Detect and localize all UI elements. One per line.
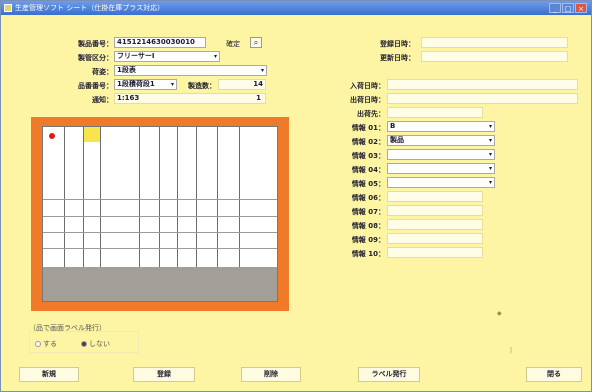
label-print-yes-label: する [43,340,57,348]
radio-selected-icon [81,341,87,347]
close-window-button[interactable]: × [575,3,587,13]
grid-line [43,232,277,233]
grid-line [217,127,218,268]
item-number-value: 1段積荷段1 [117,80,155,88]
packaging-label: 荷姿： [92,68,113,76]
updated-date-field[interactable] [421,51,568,62]
info-06-label: 情報 06： [351,194,385,202]
info-07-label: 情報 07： [351,208,385,216]
main-window: 生産管理ソフト シート（仕掛在庫プラス対応） _ □ × 製品番号： 41512… [0,0,592,392]
chevron-down-icon: ▾ [170,81,174,88]
grid-line [64,127,65,268]
product-number-field[interactable]: 4151214630030010 [114,37,206,48]
quantity-value: 14 [253,80,263,88]
label-print-no-label: しない [89,340,110,348]
notice-extra-value: 1 [256,94,261,102]
chevron-down-icon: ▾ [488,137,492,144]
shipment-dest-label: 出荷先： [357,110,385,118]
notice-label: 通知： [92,96,113,104]
label-issue-button[interactable]: ラベル発行 [358,367,420,382]
item-number-select[interactable]: 1段積荷段1 ▾ [114,79,177,90]
product-number-value: 4151214630030010 [117,38,195,46]
grid-line [83,127,84,268]
info-05-label: 情報 05： [351,180,385,188]
info-02-label: 情報 02： [351,138,385,146]
product-number-label: 製品番号： [78,40,113,48]
chevron-down-icon: ▾ [213,53,217,60]
selected-cell[interactable] [83,127,100,142]
quantity-field[interactable]: 14 [218,79,266,90]
grid-line [177,127,178,268]
grid-line [239,127,240,268]
management-type-select[interactable]: フリーサーⅠ ▾ [114,51,220,62]
info-09-label: 情報 09： [351,236,385,244]
item-number-label: 品番番号： [78,82,113,90]
grid-line [43,216,277,217]
search-button[interactable]: ⌕ [250,37,262,48]
arrival-date-label: 入荷日時： [350,82,385,90]
info-07-field[interactable] [387,205,483,216]
info-06-field[interactable] [387,191,483,202]
window-title: 生産管理ソフト シート（仕掛在庫プラス対応） [15,4,165,12]
info-03-select[interactable]: ▾ [387,149,495,160]
created-date-field[interactable] [421,37,568,48]
label-print-yes-radio[interactable]: する [35,339,57,349]
notice-field[interactable]: 1:163 1 [114,93,266,104]
new-button[interactable]: 新規 [19,367,79,382]
packaging-select[interactable]: 1段表 ▾ [114,65,267,76]
info-01-value: B [390,122,396,130]
titlebar: 生産管理ソフト シート（仕掛在庫プラス対応） _ □ × [1,1,591,15]
divider-mark: | [510,347,513,354]
info-09-field[interactable] [387,233,483,244]
info-10-field[interactable] [387,247,483,258]
shipment-date-label: 出荷日時： [350,96,385,104]
app-icon [4,4,12,12]
info-01-select[interactable]: B ▾ [387,121,495,132]
chevron-down-icon: ▾ [260,67,264,74]
scroll-mark-icon: ◆ [497,310,502,317]
position-marker [49,133,55,139]
updated-date-label: 更新日時： [380,54,415,62]
info-02-value: 製品 [390,136,404,144]
arrival-date-field[interactable] [387,79,578,90]
grid-line [139,127,140,268]
info-08-field[interactable] [387,219,483,230]
maximize-button[interactable]: □ [562,3,574,13]
info-10-label: 情報 10： [351,250,385,258]
grid-line [100,127,101,268]
chevron-down-icon: ▾ [488,179,492,186]
register-button[interactable]: 登録 [133,367,195,382]
management-type-label: 製管区分： [78,54,113,62]
chevron-down-icon: ▾ [488,151,492,158]
quantity-label: 製造数： [188,82,216,90]
confirm-text: 確定 [226,40,240,48]
shipment-date-field[interactable] [387,93,578,104]
shipment-dest-field[interactable] [387,107,483,118]
notice-value: 1:163 [117,94,140,102]
delete-button[interactable]: 削除 [241,367,301,382]
close-button[interactable]: 閉る [526,367,582,382]
chevron-down-icon: ▾ [488,165,492,172]
info-08-label: 情報 08： [351,222,385,230]
info-05-select[interactable]: ▾ [387,177,495,188]
chevron-down-icon: ▾ [488,123,492,130]
grid-line [196,127,197,268]
grid-line [43,199,277,200]
radio-icon [35,341,41,347]
info-04-label: 情報 04： [351,166,385,174]
info-01-label: 情報 01： [351,124,385,132]
grid-base-area [43,267,277,301]
info-03-label: 情報 03： [351,152,385,160]
info-02-select[interactable]: 製品 ▾ [387,135,495,146]
packaging-value: 1段表 [117,66,136,74]
search-icon: ⌕ [253,38,259,47]
grid-line [159,127,160,268]
label-print-no-radio[interactable]: しない [81,339,110,349]
created-date-label: 登録日時： [380,40,415,48]
info-04-select[interactable]: ▾ [387,163,495,174]
grid-line [43,248,277,249]
management-type-value: フリーサーⅠ [117,52,155,60]
layout-grid[interactable] [42,126,278,302]
minimize-button[interactable]: _ [549,3,561,13]
